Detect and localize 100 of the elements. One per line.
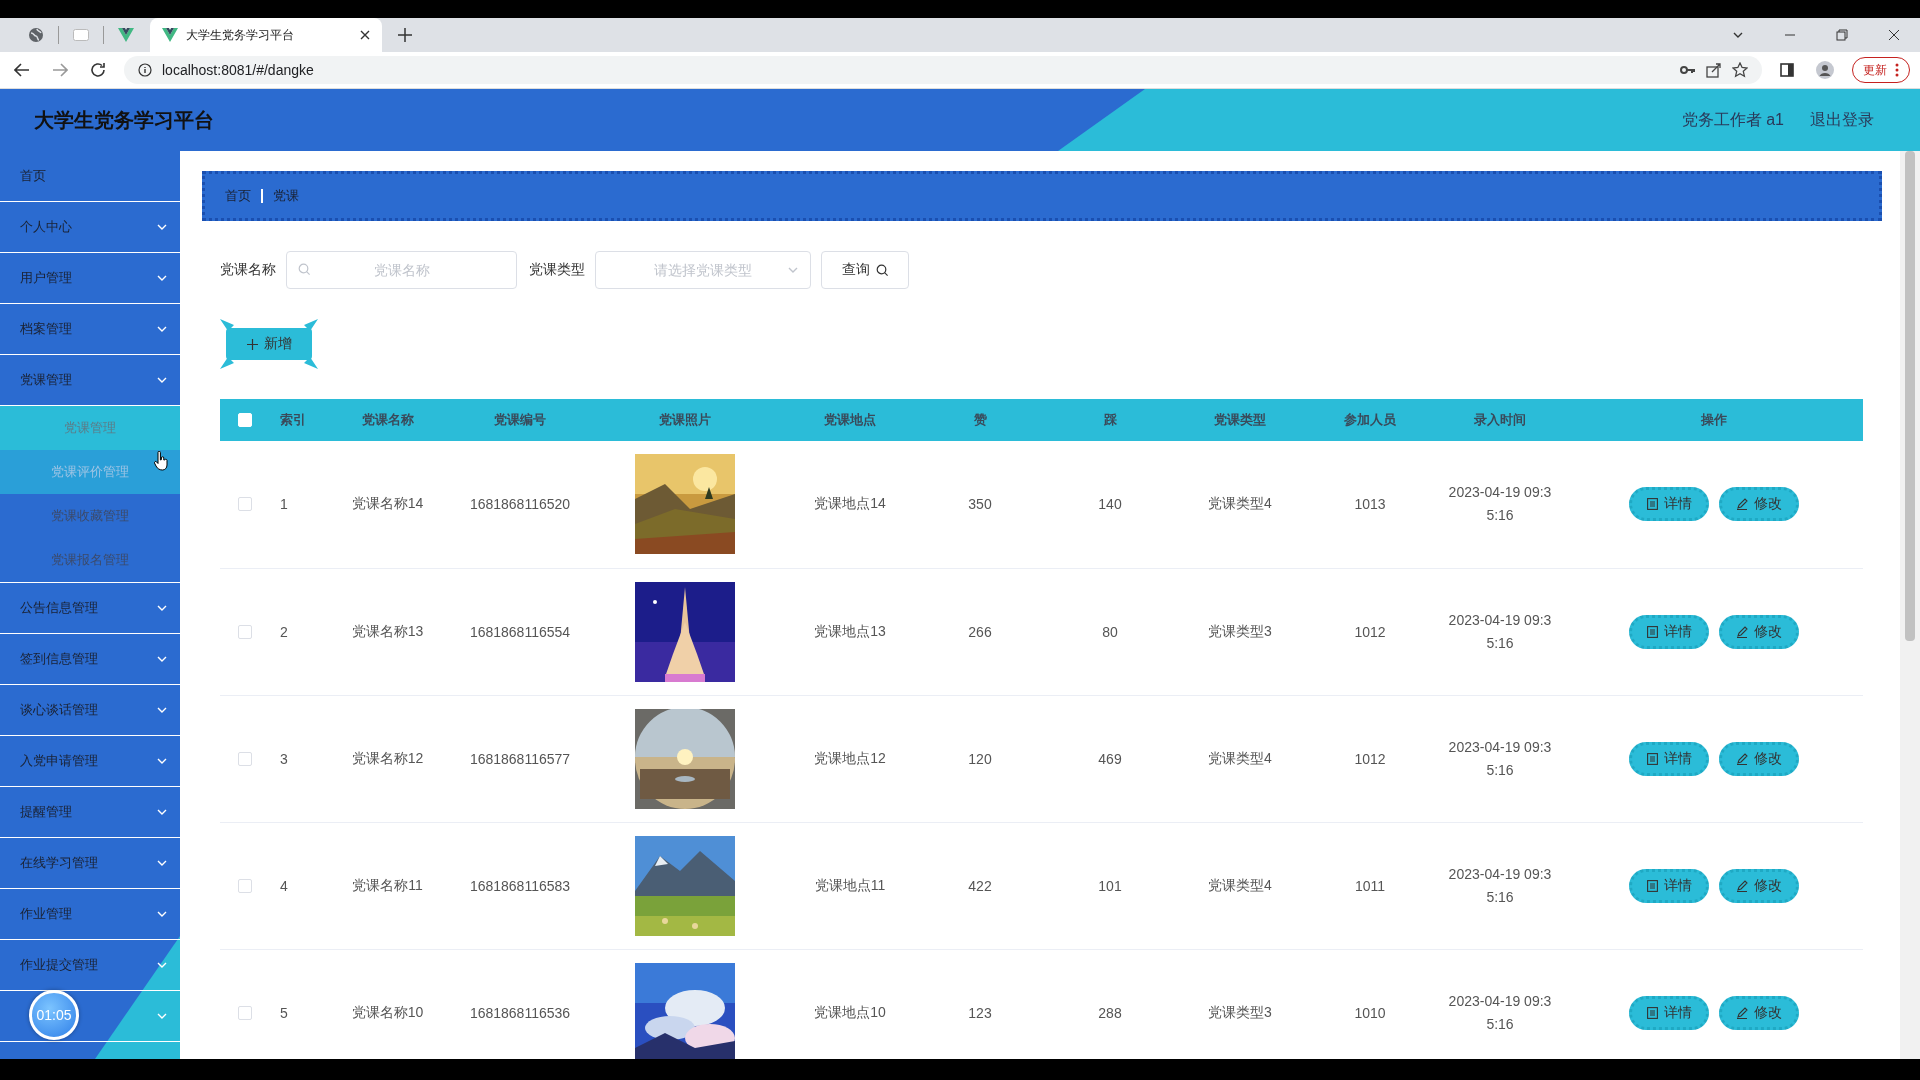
v-logo-icon[interactable] — [118, 28, 134, 42]
menu-item[interactable]: 用户管理 — [0, 253, 180, 304]
menu-item[interactable]: 公告信息管理 — [0, 583, 180, 634]
search-button[interactable]: 查询 — [821, 251, 909, 289]
submenu-item[interactable]: 党课评价管理 — [0, 450, 180, 494]
submenu-item[interactable]: 党课收藏管理 — [0, 494, 180, 538]
column-header: 操作 — [1701, 412, 1727, 427]
select-field[interactable]: 请选择党课类型 — [595, 251, 811, 289]
edit-button[interactable]: 修改 — [1719, 487, 1799, 522]
table-cell: 1011 — [1354, 877, 1386, 894]
details-button[interactable]: 详情 — [1629, 741, 1709, 776]
table-cell: 3 — [280, 750, 288, 767]
new-tab-icon[interactable] — [398, 28, 412, 42]
column-header: 党课类型 — [1214, 412, 1266, 427]
close-icon[interactable] — [1888, 29, 1900, 41]
pencil-icon — [1736, 498, 1748, 511]
menu-item[interactable]: 作业管理 — [0, 889, 180, 940]
share-icon[interactable] — [1706, 62, 1722, 78]
details-button[interactable]: 详情 — [1629, 487, 1709, 522]
table-cell: 120 — [968, 750, 992, 767]
star-icon[interactable] — [1732, 62, 1748, 78]
column-header: 党课地点 — [824, 412, 876, 427]
table-cell: 1013 — [1354, 496, 1386, 513]
menu-item[interactable]: 提醒管理 — [0, 787, 180, 838]
row-checkbox[interactable] — [238, 878, 252, 893]
details-button[interactable]: 详情 — [1629, 868, 1709, 903]
table-cell: 350 — [968, 496, 992, 513]
document-icon — [1646, 879, 1658, 892]
table-cell: 党课地点11 — [814, 876, 886, 893]
document-icon — [1646, 625, 1658, 638]
menu-item[interactable]: 入党申请管理 — [0, 736, 180, 787]
key-icon[interactable] — [1680, 65, 1696, 75]
chevron-down-icon[interactable] — [1732, 30, 1744, 40]
chevron-down-icon — [156, 756, 168, 766]
breadcrumb-item[interactable]: 首页 — [225, 187, 251, 205]
row-checkbox[interactable] — [238, 1005, 252, 1020]
add-button[interactable]: 新增 — [226, 328, 312, 360]
table-cell: 党课地点10 — [814, 1003, 886, 1020]
menu-item[interactable]: 签到信息管理 — [0, 634, 180, 685]
document-icon — [1646, 498, 1658, 511]
close-icon[interactable] — [360, 30, 370, 40]
url-text: localhost:8081/#/dangke — [162, 62, 314, 78]
table-cell: 党课类型3 — [1208, 622, 1272, 639]
menu-item[interactable]: 档案管理 — [0, 304, 180, 355]
table-cell: 101 — [1098, 877, 1122, 894]
table-cell: 1681868116520 — [469, 496, 571, 513]
back-icon[interactable] — [14, 63, 30, 77]
address-field[interactable]: localhost:8081/#/dangke — [124, 56, 1762, 84]
edit-button[interactable]: 修改 — [1719, 995, 1799, 1030]
forward-icon[interactable] — [52, 63, 68, 77]
table-cell: 党课类型4 — [1208, 749, 1272, 766]
menu-item[interactable]: 谈心谈话管理 — [0, 685, 180, 736]
reload-icon[interactable] — [90, 62, 106, 78]
breadcrumb-item: 党课 — [273, 187, 299, 205]
info-icon[interactable] — [138, 63, 152, 77]
column-header: 参加人员 — [1344, 412, 1396, 427]
hand-cursor-icon — [154, 451, 168, 471]
column-header: 索引 — [280, 412, 306, 427]
chevron-down-icon — [156, 222, 168, 232]
menu-item[interactable]: 个人中心 — [0, 202, 180, 253]
details-button[interactable]: 详情 — [1629, 614, 1709, 649]
edit-button[interactable]: 修改 — [1719, 741, 1799, 776]
chevron-down-icon — [156, 858, 168, 868]
menu-item[interactable]: 在线学习管理 — [0, 838, 180, 889]
document-icon — [1646, 1006, 1658, 1019]
table-cell: 266 — [968, 623, 992, 640]
submenu-item[interactable]: 党课管理 — [0, 406, 180, 450]
table-cell: 1 — [280, 496, 288, 513]
tab-title: 大学生党务学习平台 — [186, 26, 295, 44]
select-all-checkbox[interactable] — [238, 413, 252, 427]
plus-icon — [246, 338, 258, 350]
edit-button[interactable]: 修改 — [1719, 868, 1799, 903]
globe-icon[interactable] — [28, 27, 44, 43]
chevron-down-icon — [156, 654, 168, 664]
chevron-down-icon — [156, 705, 168, 715]
pencil-icon — [1736, 625, 1748, 638]
restore-icon[interactable] — [1836, 29, 1848, 41]
row-checkbox[interactable] — [238, 624, 252, 639]
table-cell: 党课名称13 — [351, 622, 424, 639]
browser-tab[interactable]: 大学生党务学习平台 — [150, 18, 382, 52]
scrollbar[interactable] — [1900, 151, 1920, 1059]
menu-item[interactable]: 作业提交管理 — [0, 940, 180, 991]
edit-button[interactable]: 修改 — [1719, 614, 1799, 649]
table-cell: 1681868116536 — [469, 1004, 571, 1021]
table-cell-text: 2023-04-19 09:35:16 — [1447, 483, 1553, 526]
table-cell-text: 2023-04-19 09:35:16 — [1447, 610, 1553, 653]
details-button[interactable]: 详情 — [1629, 995, 1709, 1030]
search-field[interactable]: 党课名称 — [286, 251, 517, 289]
sidebar-icon[interactable] — [1780, 63, 1794, 77]
menu-icon[interactable] — [1895, 63, 1899, 77]
chevron-down-icon — [787, 265, 799, 275]
menu-item[interactable]: 首页 — [0, 151, 180, 202]
table-cell: 党课名称11 — [352, 876, 423, 893]
timer-badge: 01:05 — [29, 990, 79, 1040]
submenu-item[interactable]: 党课报名管理 — [0, 538, 180, 582]
row-checkbox[interactable] — [238, 497, 252, 512]
row-checkbox[interactable] — [238, 751, 252, 766]
profile-icon[interactable] — [1816, 61, 1834, 79]
logout-link[interactable]: 退出登录 — [1810, 109, 1874, 131]
table-cell: 1012 — [1354, 623, 1386, 640]
